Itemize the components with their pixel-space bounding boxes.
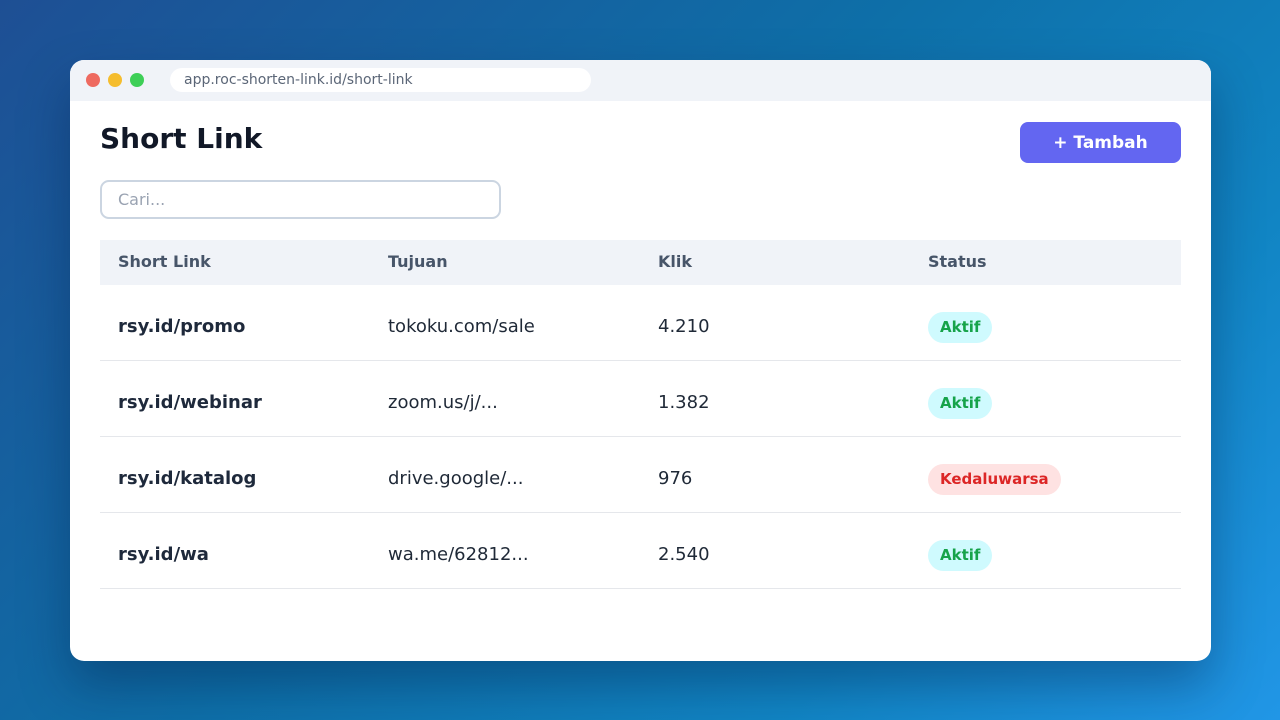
short-link-table: Short Link Tujuan Klik Status rsy.id/pro… [100,240,1181,589]
status-badge: Aktif [928,540,993,571]
status-badge: Aktif [928,312,993,343]
destination-cell: zoom.us/j/... [388,392,498,413]
minimize-window-dot[interactable] [108,73,122,87]
table-row[interactable]: rsy.id/promo tokoku.com/sale 4.210 Aktif [100,285,1181,361]
destination-cell: tokoku.com/sale [388,316,535,337]
destination-cell: wa.me/62812... [388,544,529,565]
short-link-cell[interactable]: rsy.id/wa [118,513,209,596]
address-bar[interactable]: app.roc-shorten-link.id/short-link [170,68,591,92]
status-badge: Kedaluwarsa [928,464,1061,495]
short-link-cell[interactable]: rsy.id/promo [118,285,245,368]
clicks-cell: 4.210 [658,316,710,337]
destination-cell: drive.google/... [388,468,524,489]
maximize-window-dot[interactable] [130,73,144,87]
short-link-cell[interactable]: rsy.id/webinar [118,361,262,444]
browser-titlebar: app.roc-shorten-link.id/short-link [70,60,1211,101]
column-header-destination: Tujuan [388,252,448,271]
clicks-cell: 1.382 [658,392,710,413]
clicks-cell: 2.540 [658,544,710,565]
table-header: Short Link Tujuan Klik Status [100,240,1181,285]
browser-window: app.roc-shorten-link.id/short-link Short… [70,60,1211,661]
table-row[interactable]: rsy.id/wa wa.me/62812... 2.540 Aktif [100,513,1181,589]
close-window-dot[interactable] [86,73,100,87]
search-input[interactable] [100,180,501,219]
status-badge: Aktif [928,388,993,419]
short-link-cell[interactable]: rsy.id/katalog [118,437,256,520]
column-header-status: Status [928,252,987,271]
add-short-link-button[interactable]: + Tambah [1020,122,1181,163]
column-header-short-link: Short Link [118,252,211,271]
column-header-clicks: Klik [658,252,693,271]
page-title: Short Link [100,122,263,155]
table-row[interactable]: rsy.id/katalog drive.google/... 976 Keda… [100,437,1181,513]
table-row[interactable]: rsy.id/webinar zoom.us/j/... 1.382 Aktif [100,361,1181,437]
clicks-cell: 976 [658,468,693,489]
